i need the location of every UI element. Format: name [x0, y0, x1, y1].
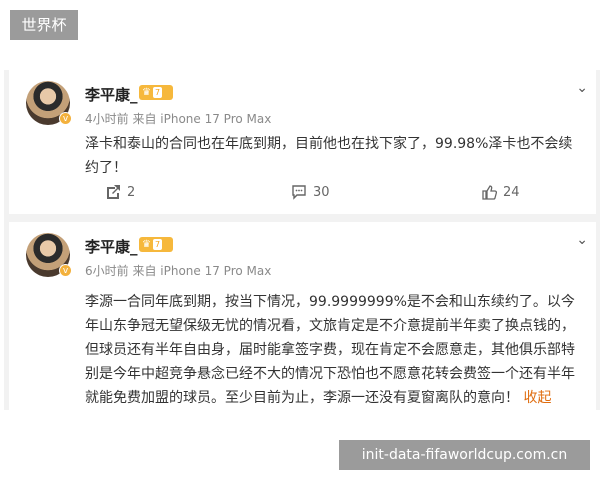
comment-icon — [292, 185, 306, 200]
chevron-down-icon[interactable]: ⌄ — [576, 80, 588, 96]
post-meta: 6小时前 来自 iPhone 17 Pro Max — [85, 264, 272, 278]
thumbs-up-icon — [482, 185, 497, 200]
chevron-down-icon[interactable]: ⌄ — [576, 232, 588, 248]
post-card: v 李平康_ ♛ 7 4小时前 来自 iPhone 17 Pro Max ⌄ 泽卡… — [9, 70, 596, 214]
watermark-domain-tag: init-data-fifaworldcup.com.cn — [339, 440, 590, 470]
post-text: 泽卡和泰山的合同也在年底到期，目前他也在找下家了，99.98%泽卡也不会续约了！ — [85, 136, 573, 176]
verified-badge-icon: v — [59, 112, 72, 125]
weibo-feed: v 李平康_ ♛ 7 4小时前 来自 iPhone 17 Pro Max ⌄ 泽卡… — [4, 70, 600, 410]
verified-badge-icon: v — [59, 264, 72, 277]
username[interactable]: 李平康_ — [85, 84, 138, 105]
top-category-tag: 世界杯 — [10, 10, 78, 40]
repost-button[interactable]: 2 — [105, 184, 135, 200]
like-button[interactable]: 24 — [481, 184, 520, 200]
vip-level-badge: ♛ 7 — [139, 237, 173, 252]
post-meta: 4小时前 来自 iPhone 17 Pro Max — [85, 112, 272, 126]
repost-icon — [107, 185, 120, 199]
post-actions: 2 30 24 — [9, 184, 596, 206]
collapse-link[interactable]: 收起 — [523, 390, 551, 406]
vip-level-badge: ♛ 7 — [139, 85, 173, 100]
comment-button[interactable]: 30 — [291, 184, 330, 200]
username[interactable]: 李平康_ — [85, 236, 138, 257]
post-text: 李源一合同年底到期，按当下情况，99.9999999%是不会和山东续约了。以今年… — [85, 294, 575, 406]
post-card: v 李平康_ ♛ 7 6小时前 来自 iPhone 17 Pro Max ⌄ 李源… — [9, 222, 596, 410]
